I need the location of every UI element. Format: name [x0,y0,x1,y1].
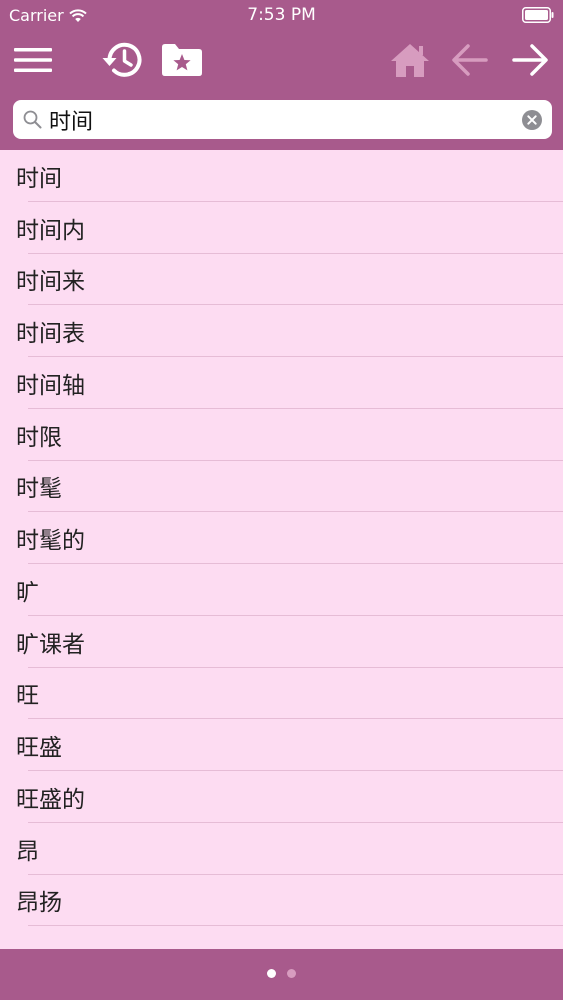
status-bar: Carrier 7:53 PM [0,0,563,30]
list-item[interactable]: 时髦的 [0,512,563,564]
search-icon [23,110,42,129]
page-dot-2[interactable] [287,969,296,978]
menu-button[interactable] [11,38,55,82]
home-icon [391,44,429,77]
battery-icon [522,7,554,23]
list-item[interactable]: 旺盛的 [0,771,563,823]
back-arrow-icon [452,44,488,76]
list-item[interactable]: 时髦 [0,461,563,513]
search-input[interactable] [49,100,519,139]
list-item[interactable]: 旺 [0,668,563,720]
clear-search-icon[interactable] [522,110,542,130]
status-time: 7:53 PM [247,5,316,25]
forward-button[interactable] [508,38,552,82]
toolbar [0,30,563,90]
list-item[interactable]: 旷课者 [0,616,563,668]
page-indicator [0,969,563,978]
home-button[interactable] [388,38,432,82]
history-icon [102,42,142,77]
forward-arrow-icon [512,44,548,76]
search-bar [13,100,552,139]
list-item[interactable]: 昂 [0,823,563,875]
list-item[interactable]: 时间轴 [0,357,563,409]
list-item[interactable]: 时限 [0,409,563,461]
page-dot-1[interactable] [267,969,276,978]
list-item[interactable]: 昂扬 [0,875,563,927]
back-button[interactable] [448,38,492,82]
app-header: Carrier 7:53 PM [0,0,563,150]
list-item[interactable]: 时间 [0,150,563,202]
favorites-button[interactable] [160,38,204,82]
list-item[interactable]: 时间表 [0,305,563,357]
page-footer [0,949,563,1000]
favorites-folder-icon [162,44,202,76]
list-item[interactable]: 旺盛 [0,719,563,771]
list-item[interactable]: 时间内 [0,202,563,254]
list-item[interactable]: 旷 [0,564,563,616]
list-item[interactable]: 时间来 [0,254,563,306]
menu-icon [14,48,52,72]
history-button[interactable] [100,38,144,82]
results-list: 时间 时间内 时间来 时间表 时间轴 时限 时髦 时髦的 旷 旷课者 旺 旺盛 … [0,150,563,927]
